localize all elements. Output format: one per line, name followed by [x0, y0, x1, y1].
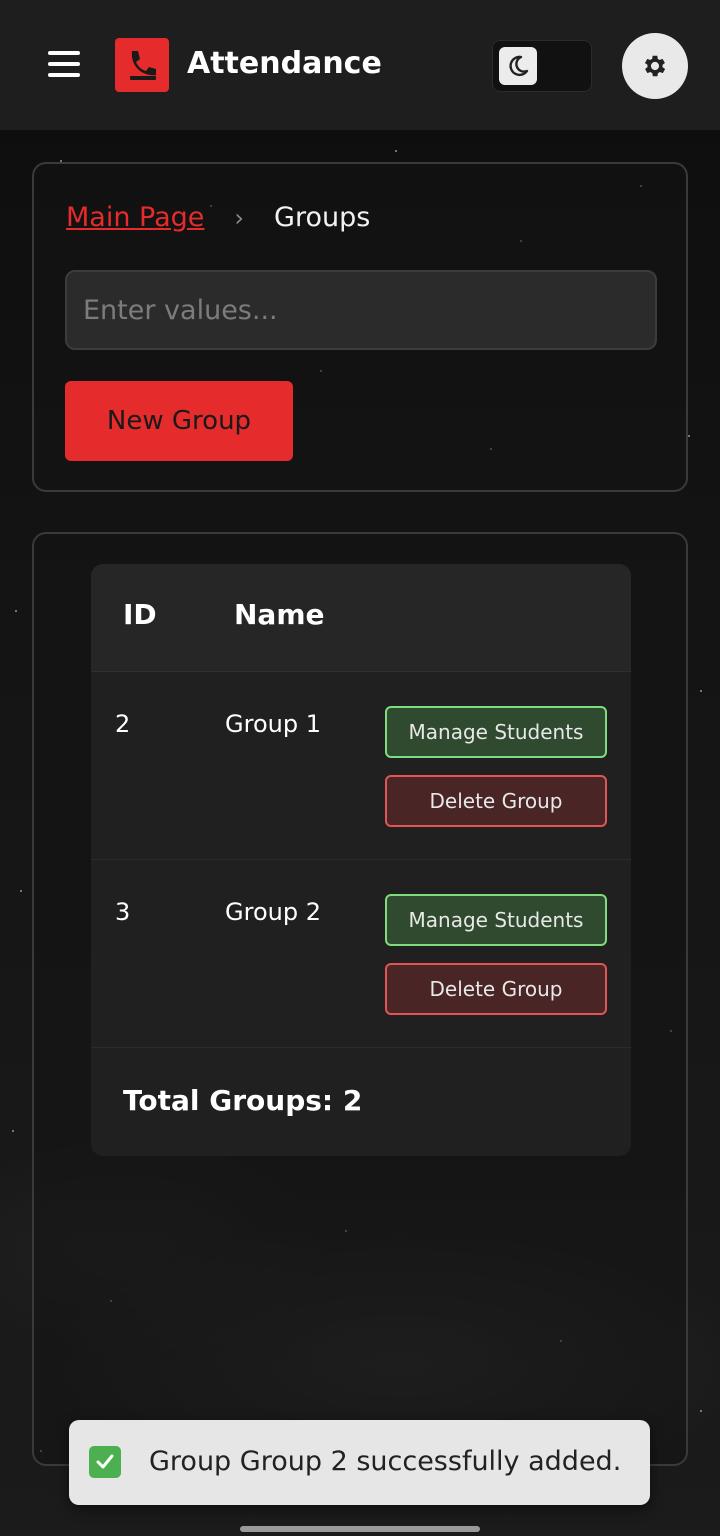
group-id: 2: [115, 710, 131, 738]
table-row: 3 Group 2 Manage Students Delete Group: [91, 860, 631, 1048]
check-mark-icon: [89, 1446, 121, 1478]
app-title: Attendance: [187, 46, 382, 81]
new-group-button[interactable]: New Group: [65, 381, 293, 461]
home-indicator[interactable]: [240, 1526, 480, 1532]
breadcrumb-main-page-link[interactable]: Main Page: [66, 202, 204, 233]
success-toast: Group Group 2 successfully added.: [69, 1420, 650, 1505]
table-row: 2 Group 1 Manage Students Delete Group: [91, 672, 631, 860]
column-header-id: ID: [123, 598, 157, 631]
delete-group-button[interactable]: Delete Group: [385, 775, 607, 827]
delete-group-button[interactable]: Delete Group: [385, 963, 607, 1015]
moon-icon: [499, 47, 537, 85]
table-header: ID Name: [91, 564, 631, 672]
hamburger-menu-icon[interactable]: [48, 48, 82, 80]
toast-message: Group Group 2 successfully added.: [149, 1446, 622, 1477]
group-name: Group 2: [225, 898, 321, 926]
groups-table-card: ID Name 2 Group 1 Manage Students Delete…: [32, 532, 688, 1466]
groups-controls-card: Main Page › Groups New Group: [32, 162, 688, 492]
manage-students-button[interactable]: Manage Students: [385, 706, 607, 758]
breadcrumb-separator: ›: [234, 204, 245, 232]
breadcrumb: Main Page › Groups: [66, 198, 370, 238]
settings-button[interactable]: [622, 33, 688, 99]
manage-students-button[interactable]: Manage Students: [385, 894, 607, 946]
theme-toggle[interactable]: [492, 40, 592, 92]
breadcrumb-current: Groups: [274, 202, 371, 233]
search-input[interactable]: [65, 270, 657, 350]
column-header-name: Name: [234, 598, 325, 631]
group-name: Group 1: [225, 710, 321, 738]
total-groups-label: Total Groups: 2: [123, 1084, 363, 1117]
top-app-bar: Attendance: [0, 0, 720, 130]
group-id: 3: [115, 898, 131, 926]
attendance-logo-icon: [115, 38, 169, 92]
groups-table: ID Name 2 Group 1 Manage Students Delete…: [91, 564, 631, 1156]
gear-icon: [644, 55, 666, 77]
